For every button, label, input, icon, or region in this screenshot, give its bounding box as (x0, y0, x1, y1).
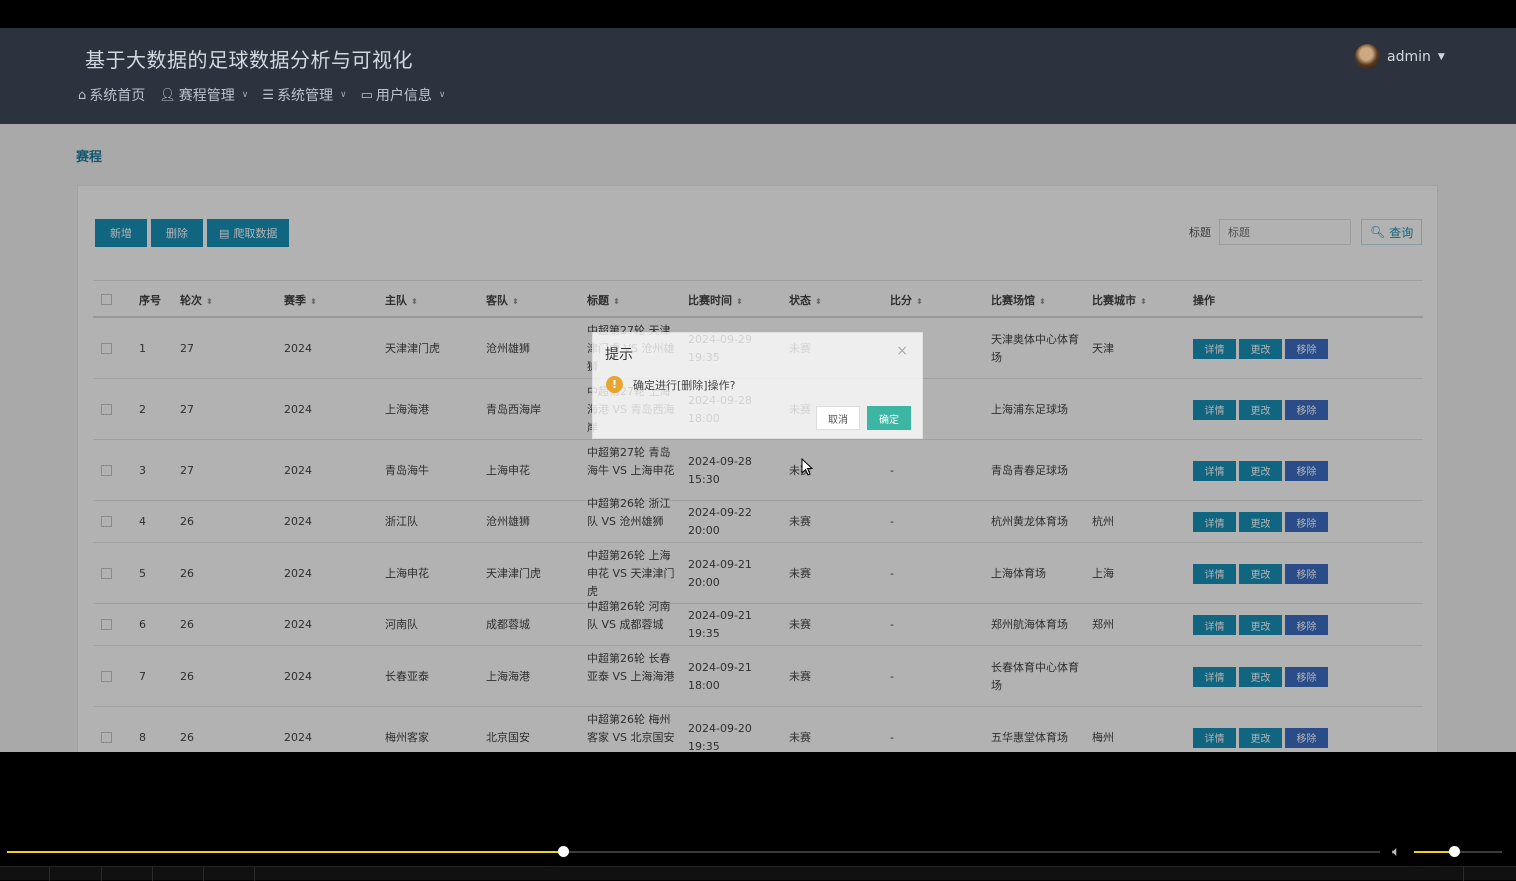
warning-icon: ! (606, 376, 623, 393)
dialog-title: 提示 (605, 347, 633, 363)
seek-bar[interactable] (7, 846, 1380, 857)
seek-progress (7, 851, 564, 853)
confirm-dialog: 提示 × ! 确定进行[删除]操作? 取消 确定 (592, 332, 923, 439)
volume-handle[interactable] (1448, 846, 1460, 857)
dialog-message: 确定进行[删除]操作? (633, 379, 736, 392)
bottom-strip (0, 866, 1516, 881)
browser-viewport: 基于大数据的足球数据分析与可视化 ⌂ 系统首页 👤︎ 赛程管理 ∨ ☰ 系统管理… (0, 28, 1516, 752)
cancel-button[interactable]: 取消 (816, 406, 860, 430)
seek-handle[interactable] (558, 846, 570, 857)
volume-level (1414, 851, 1454, 853)
close-icon[interactable]: × (896, 343, 908, 359)
volume-slider[interactable] (1414, 846, 1502, 857)
modal-overlay-top (0, 28, 1516, 124)
volume-icon[interactable]: 🔈︎ (1392, 844, 1400, 860)
video-player-bar: 🔈︎ (0, 752, 1516, 881)
confirm-button[interactable]: 确定 (867, 406, 911, 430)
